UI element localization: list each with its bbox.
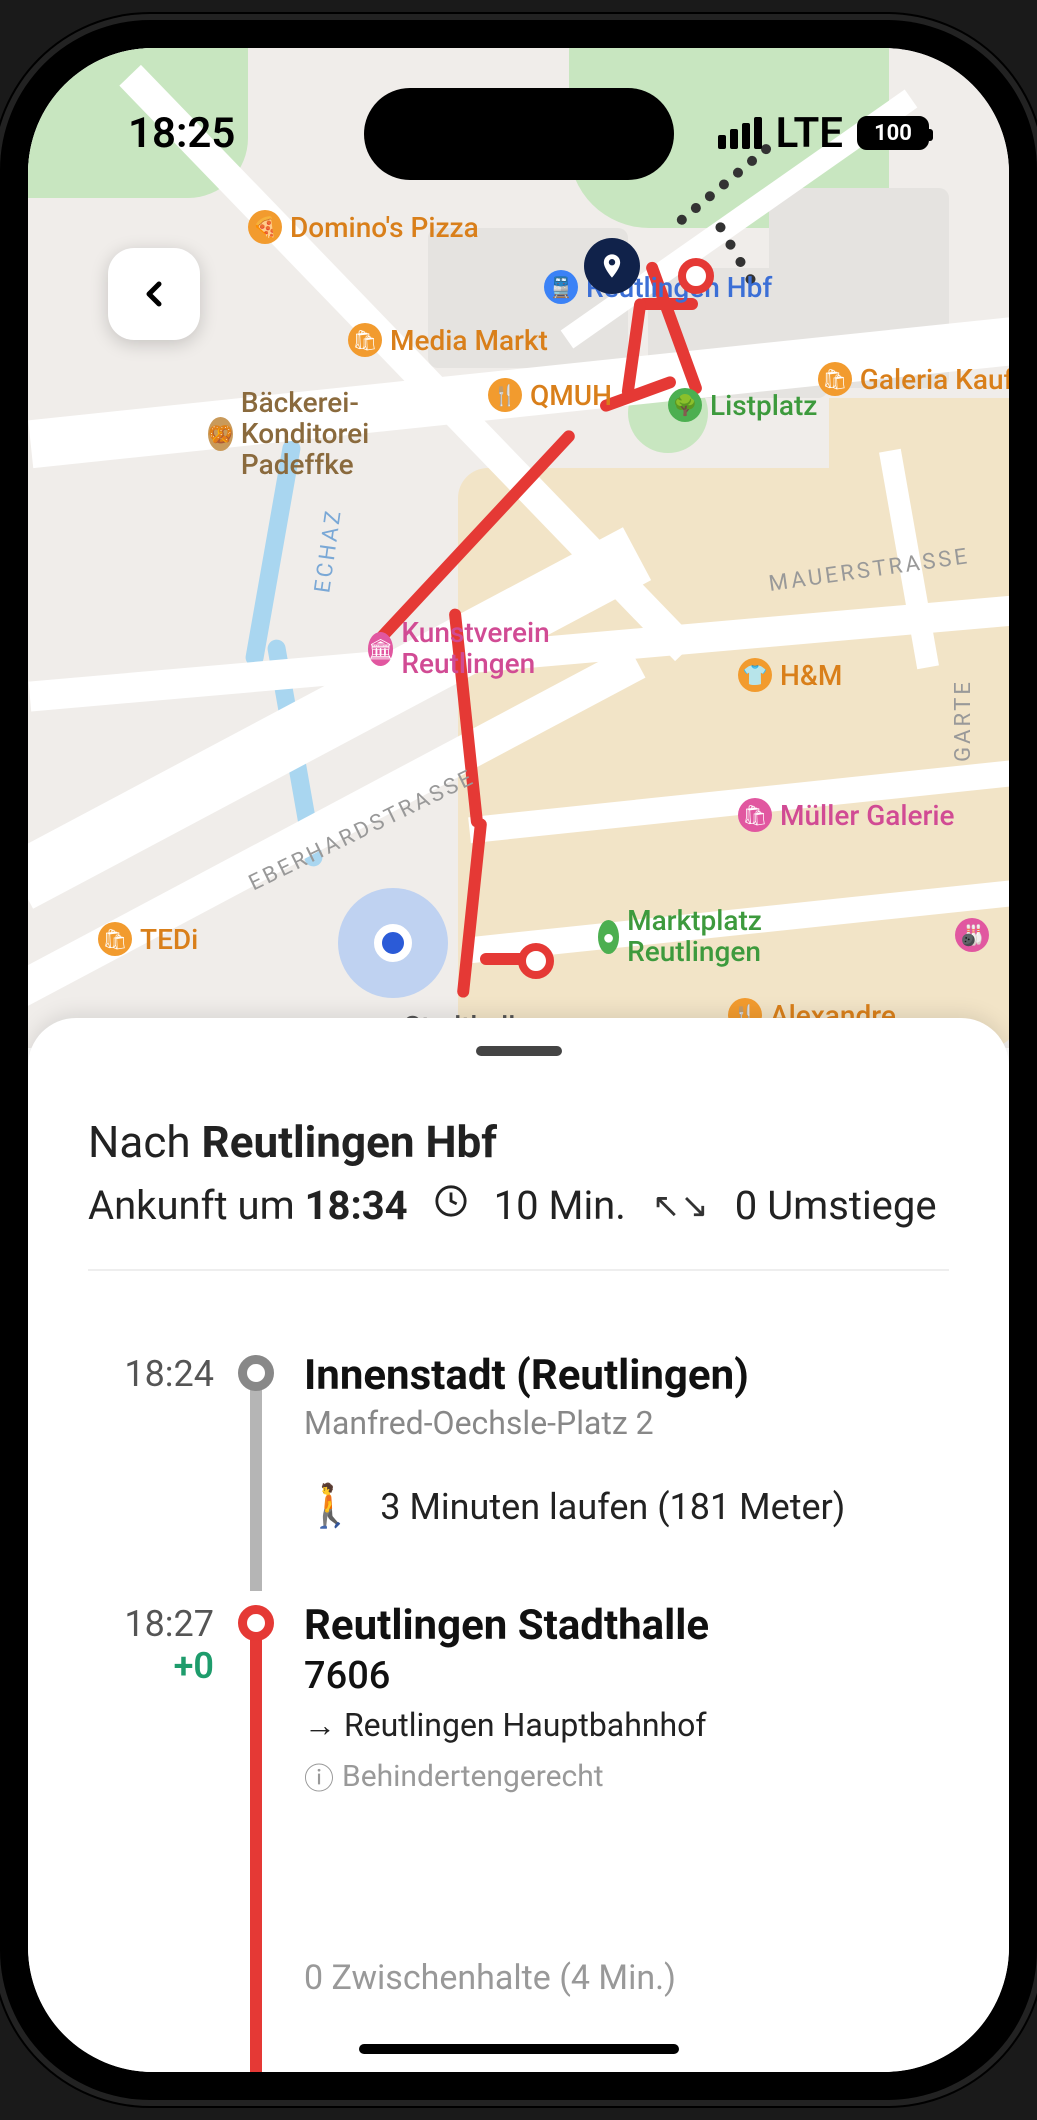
intermediate-stops[interactable]: 0 Zwischenhalte (4 Min.) (304, 1958, 949, 1998)
museum-icon: 🏛 (368, 632, 393, 666)
poi-hm[interactable]: 👕 H&M (738, 658, 842, 692)
status-right: LTE 100 (718, 109, 929, 158)
transfer-icon: ↖↘ (652, 1186, 709, 1226)
route-number: 7606 (304, 1654, 949, 1698)
sheet-handle[interactable] (476, 1046, 562, 1056)
info-icon: ⓘ (304, 1754, 334, 1798)
step-node-icon (238, 1355, 274, 1391)
step-title: Reutlingen Stadthalle (304, 1601, 949, 1650)
duration-label: 10 Min. (494, 1182, 626, 1229)
signal-icon (718, 117, 762, 149)
poi-baeckerei[interactable]: 🥨 Bäckerei-Konditorei Padeffke (208, 388, 408, 480)
route-steps: 18:24 Innenstadt (Reutlingen) Manfred-Oe… (88, 1351, 949, 2072)
accessibility-info: ⓘ Behindertengerecht (304, 1754, 949, 1798)
restaurant-icon: 🍴 (488, 378, 522, 412)
pin-icon: 🎳 (955, 918, 989, 952)
route-step[interactable]: 18:24 Innenstadt (Reutlingen) Manfred-Oe… (88, 1351, 949, 1561)
poi-mediamarkt[interactable]: 🛍 Media Markt (348, 323, 548, 357)
shop-icon: 🛍 (98, 922, 132, 956)
walk-icon: 🚶 (304, 1482, 356, 1531)
poi-marktplatz[interactable]: ● Marktplatz Reutlingen (598, 906, 798, 968)
poi-galeria[interactable]: 🛍 Galeria Kaufh (818, 362, 1009, 396)
status-time: 18:25 (128, 109, 235, 158)
step-subtitle: Manfred-Oechsle-Platz 2 (304, 1404, 949, 1442)
screen: 18:25 LTE 100 (28, 48, 1009, 2072)
shop-icon: 🛍 (738, 798, 772, 832)
food-icon: 🍕 (248, 210, 282, 244)
arrow-right-icon: → (304, 1706, 336, 1744)
chevron-left-icon (134, 274, 174, 314)
route-start-pin-icon[interactable] (678, 258, 714, 294)
poi-reutlingen-hbf[interactable]: 🚆 Reutlingen Hbf (544, 270, 772, 304)
poi-dominos[interactable]: 🍕 Domino's Pizza (248, 210, 479, 244)
poi-misc[interactable]: 🎳 (955, 918, 989, 952)
step-content: Reutlingen Stadthalle 7606 → Reutlingen … (286, 1601, 949, 2072)
place-icon: ● (598, 920, 619, 954)
battery-icon: 100 (857, 116, 929, 150)
sheet-title: Nach Reutlingen Hbf (88, 1116, 949, 1168)
sheet-summary: Ankunft um 18:34 10 Min. ↖↘ 0 Umstiege (88, 1182, 949, 1271)
train-icon: 🚆 (544, 270, 578, 304)
step-line (226, 1351, 286, 1561)
poi-tedi[interactable]: 🛍 TEDi (98, 922, 198, 956)
walk-segment: 🚶 3 Minuten laufen (181 Meter) (304, 1482, 949, 1531)
step-time: 18:24 (88, 1351, 226, 1561)
step-node-icon (238, 1605, 274, 1641)
poi-qmuh[interactable]: 🍴 QMUH (488, 378, 612, 412)
bottom-sheet[interactable]: Nach Reutlingen Hbf Ankunft um 18:34 10 … (28, 1018, 1009, 2072)
step-title: Innenstadt (Reutlingen) (304, 1351, 949, 1400)
poi-listplatz[interactable]: 🌳 Listplatz (668, 388, 817, 422)
park-icon: 🌳 (668, 388, 702, 422)
shop-icon: 🛍 (818, 362, 852, 396)
clock-icon (434, 1184, 468, 1227)
bakery-icon: 🥨 (208, 417, 233, 451)
street-echaz: Echaz (310, 507, 347, 595)
poi-kunstverein[interactable]: 🏛 Kunstverein Reutlingen (368, 618, 568, 680)
transfers-label: 0 Umstiege (735, 1182, 937, 1229)
step-content: Innenstadt (Reutlingen) Manfred-Oechsle-… (286, 1351, 949, 1561)
route-step[interactable]: 18:27 +0 Reutlingen Stadthalle 7606 → Re… (88, 1601, 949, 2072)
step-connector (250, 1381, 262, 1591)
step-line (226, 1601, 286, 2072)
poi-mueller[interactable]: 🛍 Müller Galerie (738, 798, 955, 832)
route-end-pin-icon[interactable] (518, 943, 554, 979)
step-connector (250, 1631, 262, 2072)
phone-frame: 18:25 LTE 100 (0, 20, 1037, 2100)
home-indicator[interactable] (359, 2044, 679, 2054)
map-view[interactable]: 🍕 Domino's Pizza 🚆 Reutlingen Hbf 🛍 Medi… (28, 48, 1009, 1048)
network-label: LTE (776, 109, 843, 158)
route-direction: → Reutlingen Hauptbahnhof (304, 1706, 949, 1744)
back-button[interactable] (108, 248, 200, 340)
battery-level: 100 (874, 121, 912, 146)
shop-icon: 🛍 (348, 323, 382, 357)
destination-pin-icon[interactable] (584, 238, 640, 294)
clothes-icon: 👕 (738, 658, 772, 692)
dynamic-island (364, 88, 674, 180)
user-location-icon[interactable] (338, 888, 448, 998)
street-garten: GARTE (951, 679, 976, 762)
step-time: 18:27 +0 (88, 1601, 226, 2072)
